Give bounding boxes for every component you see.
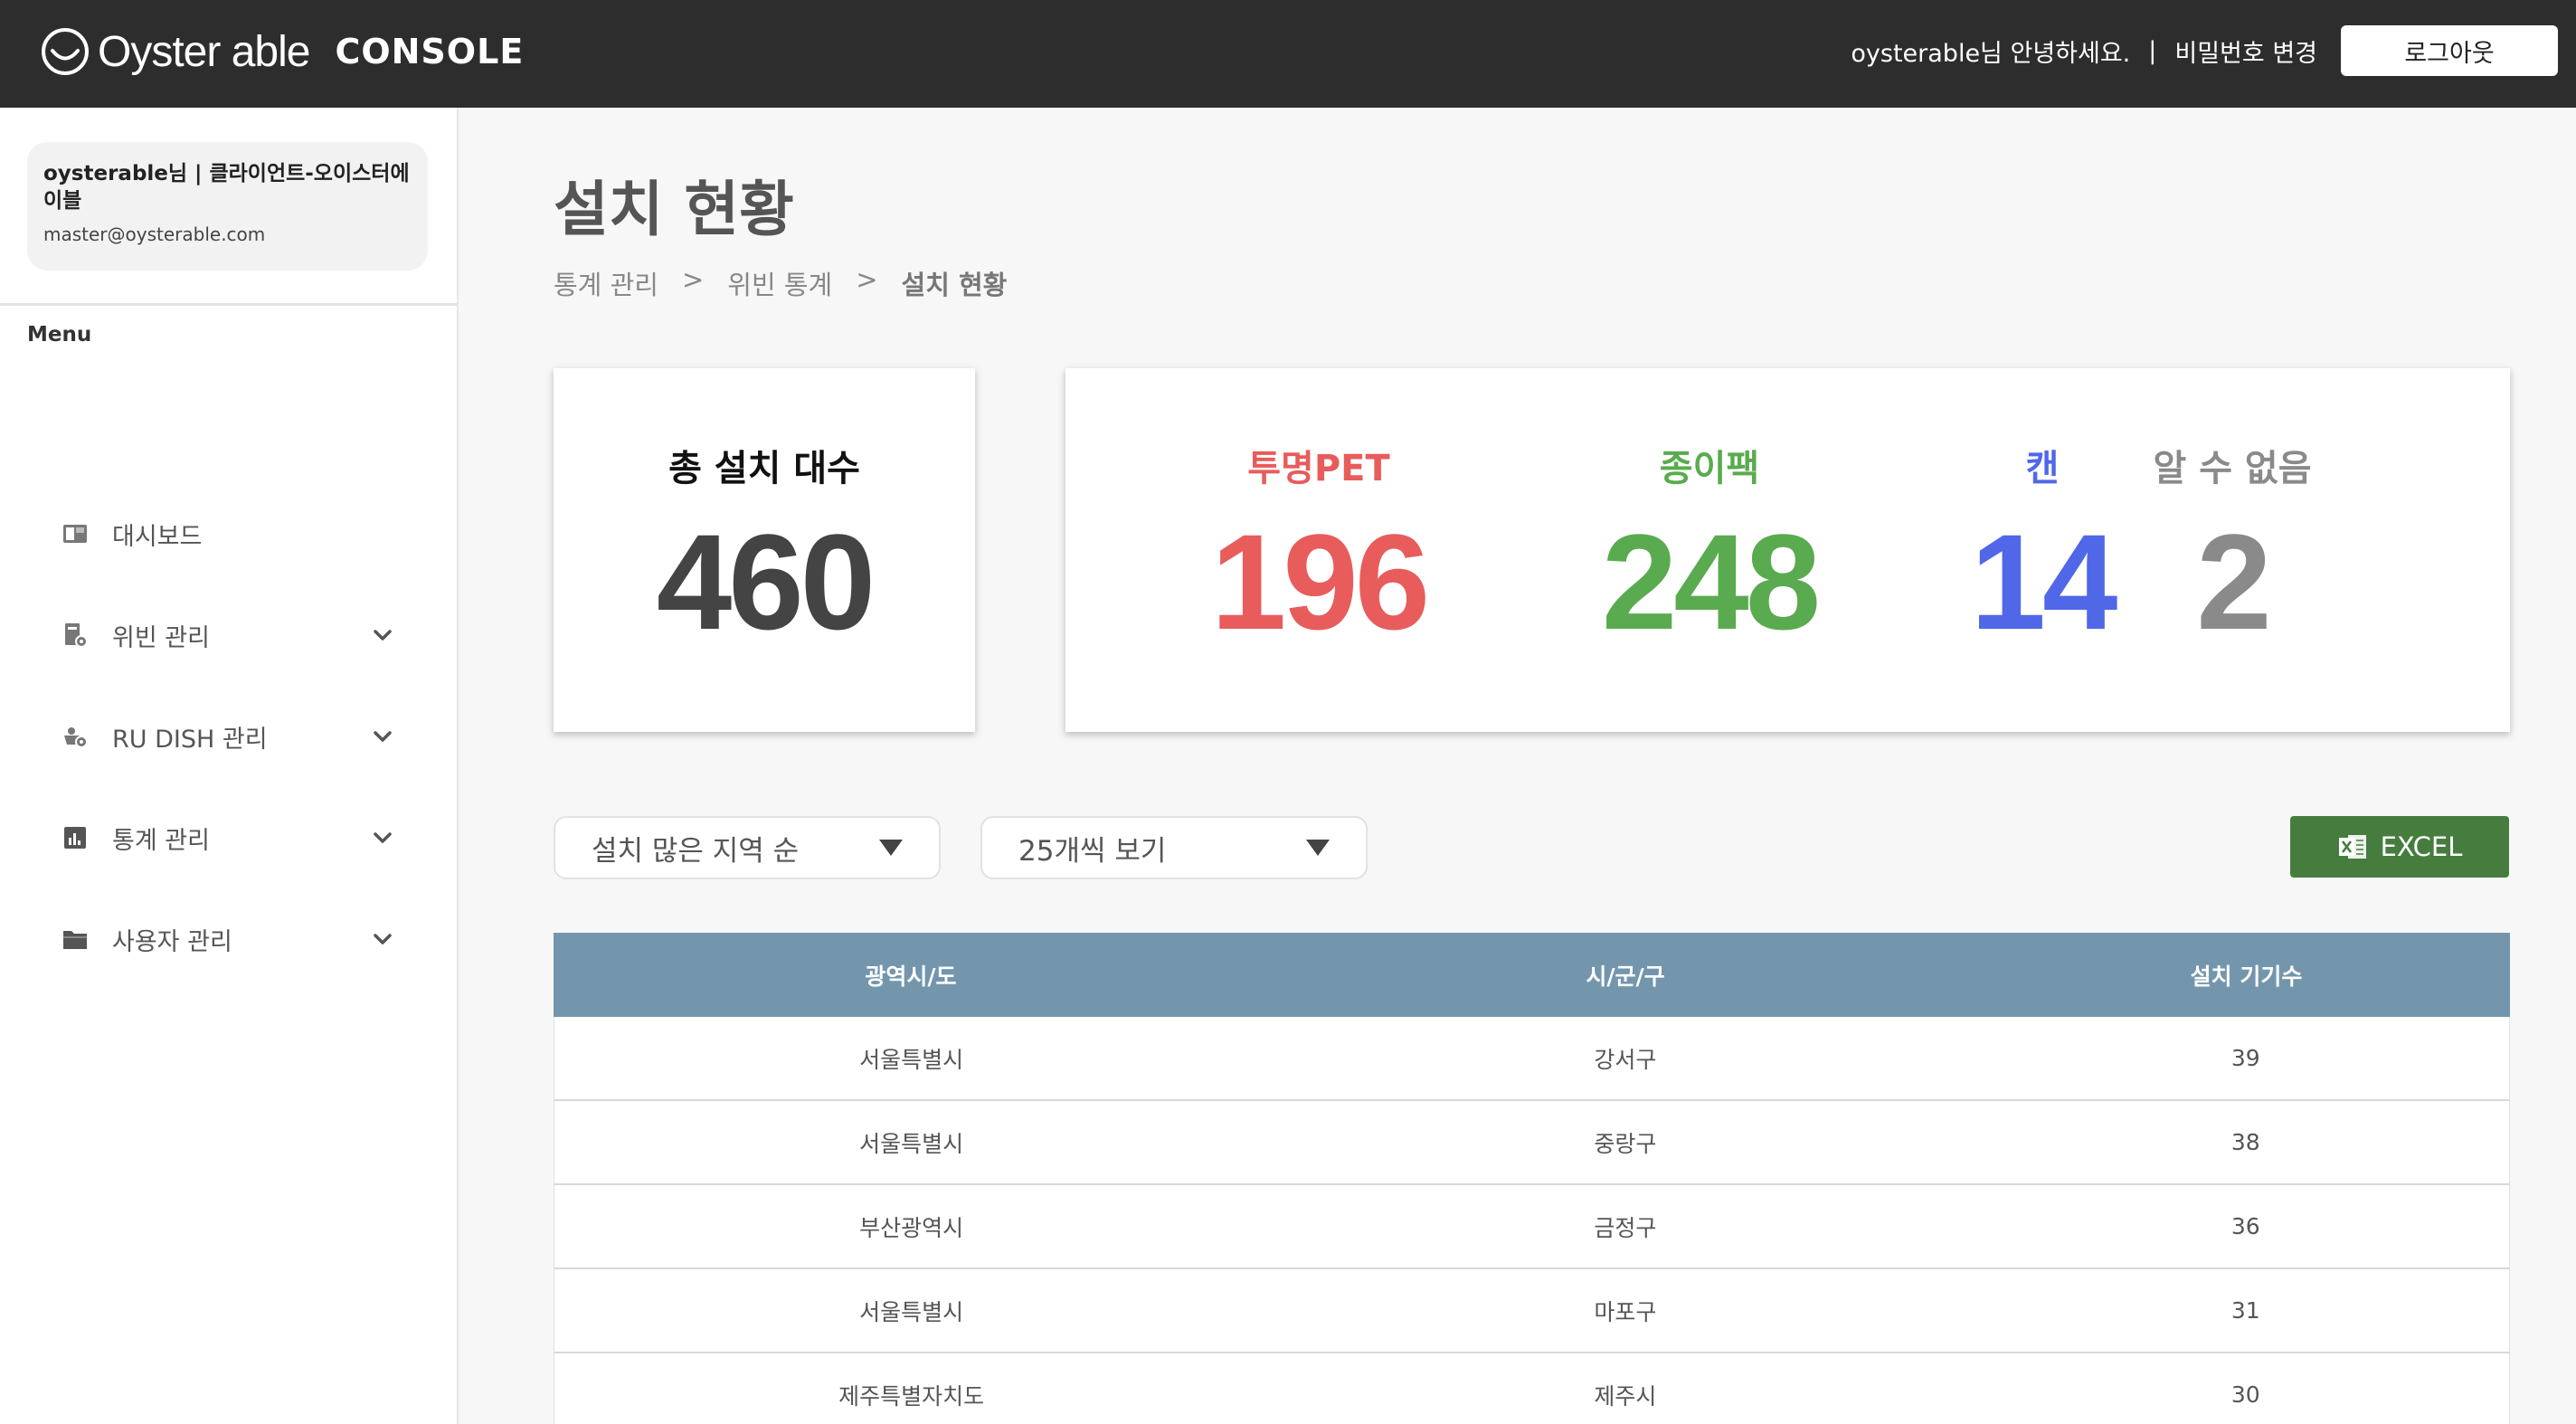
installation-table: 광역시/도 시/군/구 설치 기기수 서울특별시 강서구 39 서울특별시 중랑… xyxy=(554,933,2510,1424)
bar-chart-icon xyxy=(62,824,89,851)
sidebar-item-ru-dish-management[interactable]: RU DISH 관리 xyxy=(62,709,396,764)
brand-console-label: CONSOLE xyxy=(335,32,525,71)
table-row[interactable]: 서울특별시 중랑구 38 xyxy=(554,1101,2510,1185)
chevron-down-icon[interactable] xyxy=(369,723,396,750)
sidebar-item-statistics[interactable]: 통계 관리 xyxy=(62,811,396,865)
sidebar-item-dashboard[interactable]: 대시보드 xyxy=(62,507,396,561)
profile-name: oysterable님 | 클라이언트-오이스터에이블 xyxy=(43,162,410,213)
table-row[interactable]: 제주특별자치도 제주시 30 xyxy=(554,1353,2510,1424)
type-unknown: 알 수 없음 2 xyxy=(2060,368,2404,732)
chevron-down-icon[interactable] xyxy=(369,926,396,953)
cell-district: 제주시 xyxy=(1594,1382,1657,1410)
sidebar-item-label: 사용자 관리 xyxy=(112,927,232,956)
page-size-select[interactable]: 25개씩 보기 xyxy=(980,816,1368,879)
cell-device-count: 30 xyxy=(2230,1381,2260,1408)
excel-icon xyxy=(2338,835,2366,859)
cell-province: 제주특별자치도 xyxy=(838,1382,985,1410)
dashboard-icon xyxy=(62,520,89,547)
logout-button[interactable]: 로그아웃 xyxy=(2341,25,2558,76)
dish-settings-icon xyxy=(62,723,89,750)
sidebar-item-user-management[interactable]: 사용자 관리 xyxy=(62,912,396,966)
table-row[interactable]: 부산광역시 금정구 36 xyxy=(554,1185,2510,1269)
brand-name: Oyster able xyxy=(98,27,310,76)
page-title: 설치 현황 xyxy=(554,175,794,244)
sidebar: oysterable님 | 클라이언트-오이스터에이블 master@oyste… xyxy=(0,108,459,1424)
cell-province: 서울특별시 xyxy=(859,1298,964,1325)
profile-email: master@oysterable.com xyxy=(43,223,266,245)
greeting-text: oysterable님 안녕하세요. xyxy=(1851,39,2131,68)
oyster-logo-icon xyxy=(42,28,89,75)
page-size-select-value: 25개씩 보기 xyxy=(1018,834,1167,868)
cell-province: 부산광역시 xyxy=(859,1214,964,1241)
menu-label: Menu xyxy=(27,323,92,347)
total-installs-value: 460 xyxy=(656,506,876,658)
caret-down-icon xyxy=(1306,840,1330,856)
bin-settings-icon xyxy=(62,622,89,649)
cell-device-count: 38 xyxy=(2230,1129,2260,1155)
chevron-down-icon[interactable] xyxy=(369,622,396,649)
sidebar-item-label: 위빈 관리 xyxy=(112,623,210,652)
sort-select-value: 설치 많은 지역 순 xyxy=(592,834,800,868)
column-header-province[interactable]: 광역시/도 xyxy=(554,959,1268,992)
cell-device-count: 36 xyxy=(2230,1213,2260,1239)
sidebar-item-label: 통계 관리 xyxy=(112,826,210,855)
cell-device-count: 39 xyxy=(2230,1045,2260,1071)
profile-card: oysterable님 | 클라이언트-오이스터에이블 master@oyste… xyxy=(27,142,428,271)
cell-district: 강서구 xyxy=(1594,1046,1657,1073)
sidebar-divider xyxy=(0,303,457,306)
sidebar-item-bin-management[interactable]: 위빈 관리 xyxy=(62,608,396,662)
change-password-link[interactable]: 비밀번호 변경 xyxy=(2174,33,2317,69)
column-header-device-count[interactable]: 설치 기기수 xyxy=(1983,959,2510,992)
caret-down-icon xyxy=(879,840,903,856)
breadcrumb-item-statistics[interactable]: 통계 관리 xyxy=(554,264,658,302)
table-row[interactable]: 서울특별시 마포구 31 xyxy=(554,1269,2510,1353)
type-label: 알 수 없음 xyxy=(2153,448,2312,489)
header-separator: | xyxy=(2148,36,2157,65)
cell-province: 서울특별시 xyxy=(859,1046,964,1073)
total-installs-card: 총 설치 대수 460 xyxy=(554,368,975,732)
type-value: 2 xyxy=(2196,506,2271,658)
breadcrumb-item-webin-stats[interactable]: 위빈 통계 xyxy=(727,264,832,302)
total-installs-label: 총 설치 대수 xyxy=(668,448,860,489)
breadcrumb-separator: > xyxy=(681,264,705,295)
sort-select[interactable]: 설치 많은 지역 순 xyxy=(554,816,941,879)
sidebar-item-label: 대시보드 xyxy=(112,522,203,551)
installs-by-type-card: 투명PET 196 종이팩 248 캔 14 알 수 없음 2 xyxy=(1065,368,2510,732)
breadcrumb-separator: > xyxy=(856,264,878,295)
sidebar-item-label: RU DISH 관리 xyxy=(112,725,268,754)
cell-district: 중랑구 xyxy=(1594,1130,1657,1157)
excel-label: EXCEL xyxy=(2380,831,2463,862)
cell-device-count: 31 xyxy=(2230,1297,2260,1324)
column-header-district[interactable]: 시/군/구 xyxy=(1268,959,1983,992)
table-header: 광역시/도 시/군/구 설치 기기수 xyxy=(554,933,2510,1017)
breadcrumb: 통계 관리 > 위빈 통계 > 설치 현황 xyxy=(554,264,1030,302)
table-row[interactable]: 서울특별시 강서구 39 xyxy=(554,1017,2510,1101)
cell-district: 금정구 xyxy=(1594,1214,1657,1241)
top-bar: Oyster able CONSOLE oysterable님 안녕하세요. |… xyxy=(0,0,2576,108)
folder-user-icon xyxy=(62,926,89,953)
account-area: oysterable님 안녕하세요. | 비밀번호 변경 로그아웃 xyxy=(1851,25,2558,76)
cell-province: 서울특별시 xyxy=(859,1130,964,1157)
cell-district: 마포구 xyxy=(1594,1298,1657,1325)
chevron-down-icon[interactable] xyxy=(369,824,396,851)
breadcrumb-current: 설치 현황 xyxy=(901,270,1008,300)
brand-logo[interactable]: Oyster able CONSOLE xyxy=(40,24,524,80)
excel-export-button[interactable]: EXCEL xyxy=(2290,816,2509,878)
